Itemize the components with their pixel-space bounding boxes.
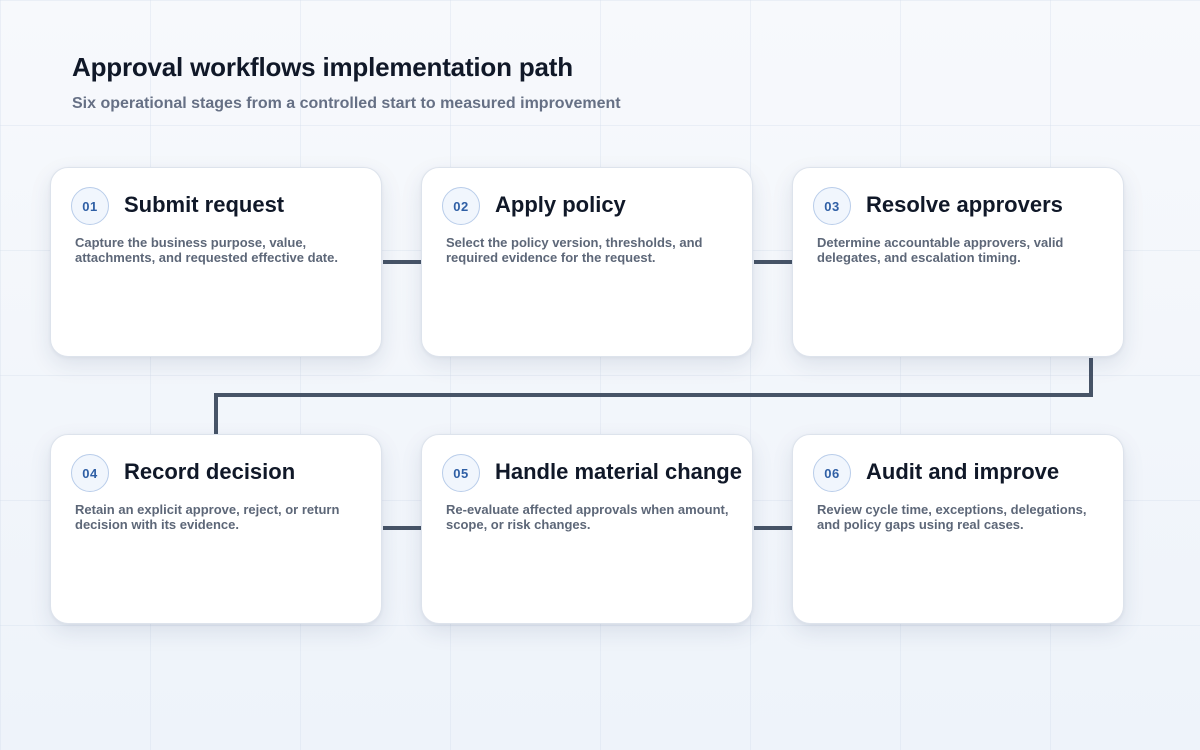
stage-card-record-decision: 04 Record decision Retain an explicit ap…	[50, 434, 382, 624]
connector-3-4	[214, 358, 1093, 434]
page-title: Approval workflows implementation path	[72, 52, 573, 82]
stage-number-badge: 06	[813, 454, 851, 492]
stage-number-badge: 01	[71, 187, 109, 225]
stage-card-audit-and-improve: 06 Audit and improve Review cycle time, …	[792, 434, 1124, 624]
stage-title: Submit request	[124, 192, 285, 217]
stage-description: Re-evaluate affected approvals when amou…	[446, 502, 729, 532]
stage-description: Select the policy version, thresholds, a…	[446, 235, 703, 265]
stage-description: Determine accountable approvers, valid d…	[817, 235, 1064, 265]
stage-number-badge: 02	[442, 187, 480, 225]
stage-number-badge: 03	[813, 187, 851, 225]
stage-description: Capture the business purpose, value, att…	[75, 235, 338, 265]
stage-card-resolve-approvers: 03 Resolve approvers Determine accountab…	[792, 167, 1124, 357]
stage-number-badge: 05	[442, 454, 480, 492]
stage-title: Resolve approvers	[866, 192, 1063, 217]
stage-title: Audit and improve	[866, 459, 1060, 484]
stage-description: Review cycle time, exceptions, delegatio…	[817, 502, 1087, 532]
stage-title: Record decision	[124, 459, 296, 484]
stage-card-submit-request: 01 Submit request Capture the business p…	[50, 167, 382, 357]
page-subtitle: Six operational stages from a controlled…	[72, 95, 621, 112]
stage-number-badge: 04	[71, 454, 109, 492]
stage-title: Apply policy	[495, 192, 626, 217]
stage-card-handle-material-change: 05 Handle material change Re-evaluate af…	[421, 434, 753, 624]
stage-description: Retain an explicit approve, reject, or r…	[75, 502, 340, 532]
stage-title: Handle material change	[495, 459, 742, 484]
stage-card-apply-policy: 02 Apply policy Select the policy versio…	[421, 167, 753, 357]
